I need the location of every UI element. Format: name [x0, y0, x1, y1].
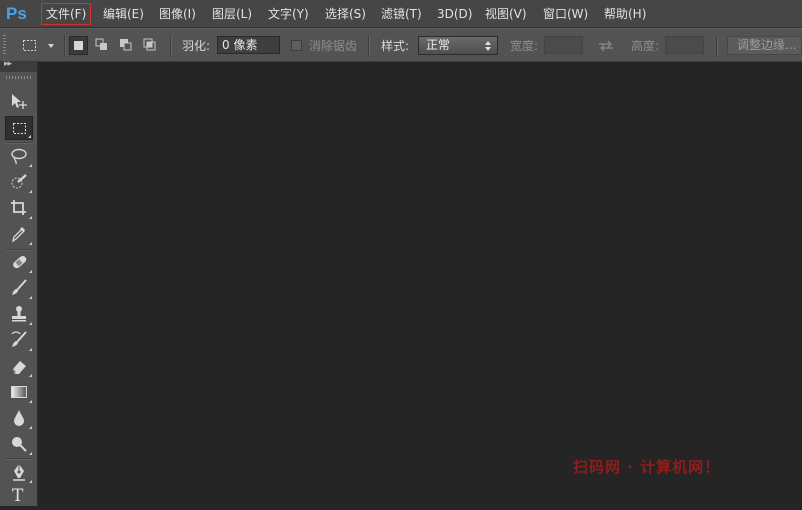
- chevron-down-icon: [48, 44, 54, 48]
- pen-nib-icon: [13, 464, 25, 481]
- brush-tool[interactable]: [5, 276, 33, 300]
- quick-selection-icon: [11, 174, 27, 189]
- watermark-text: 扫码网 · 计算机网！: [573, 458, 721, 476]
- options-bar: 羽化: 0 像素 消除锯齿 样式: 正常 宽度: 高度: 调整边缘...: [0, 28, 802, 62]
- separator: [5, 142, 33, 143]
- flyout-indicator: [29, 270, 32, 273]
- tools-panel: ▸▸ T: [0, 59, 38, 506]
- height-input[interactable]: [665, 36, 704, 54]
- eraser-tool[interactable]: [5, 354, 33, 378]
- crop-icon: [11, 200, 26, 215]
- blur-drop-icon: [14, 410, 24, 426]
- menu-view[interactable]: 视图(V): [481, 3, 531, 25]
- brush-icon: [12, 279, 27, 295]
- move-icon: [12, 94, 27, 109]
- dodge-tool[interactable]: [5, 432, 33, 456]
- spot-healing-brush-tool[interactable]: [5, 250, 33, 274]
- flyout-indicator: [29, 296, 32, 299]
- document-workspace[interactable]: [38, 62, 802, 506]
- history-brush-icon: [11, 331, 27, 347]
- subtract-selection-icon: [120, 39, 132, 51]
- marquee-preset-icon: [23, 40, 36, 51]
- new-selection-icon: [74, 41, 83, 50]
- select-arrows-icon: [485, 41, 491, 51]
- flyout-indicator: [29, 480, 32, 483]
- flyout-indicator: [29, 216, 32, 219]
- antialias-label: 消除锯齿: [309, 39, 358, 53]
- style-label: 样式:: [381, 39, 410, 53]
- flyout-indicator: [29, 190, 32, 193]
- menu-help[interactable]: 帮助(H): [600, 3, 650, 25]
- healing-bandage-icon: [13, 255, 27, 269]
- menu-image[interactable]: 图像(I): [155, 3, 200, 25]
- add-to-selection-button[interactable]: [93, 36, 112, 55]
- width-label: 宽度:: [510, 39, 539, 53]
- menu-bar: Ps 文件(F) 编辑(E) 图像(I) 图层(L) 文字(Y) 选择(S) 滤…: [0, 0, 802, 28]
- lasso-tool[interactable]: [5, 144, 33, 168]
- antialias-checkbox[interactable]: [291, 40, 302, 51]
- menu-layer[interactable]: 图层(L): [208, 3, 256, 25]
- swap-width-height-icon[interactable]: [598, 40, 614, 52]
- menu-filter[interactable]: 滤镜(T): [377, 3, 426, 25]
- tools-panel-grip[interactable]: [6, 76, 32, 79]
- gradient-tool[interactable]: [5, 380, 33, 404]
- menu-edit[interactable]: 编辑(E): [99, 3, 148, 25]
- flyout-indicator: [29, 452, 32, 455]
- options-bar-grip[interactable]: [3, 35, 6, 55]
- type-tool-icon: T: [12, 486, 24, 506]
- quick-selection-tool[interactable]: [5, 170, 33, 194]
- separator: [716, 35, 717, 57]
- height-label: 高度:: [631, 39, 660, 53]
- tools-panel-header: ▸▸: [0, 59, 37, 72]
- separator: [368, 35, 369, 57]
- clone-stamp-icon: [12, 306, 26, 322]
- style-select[interactable]: 正常: [418, 36, 498, 55]
- menu-select[interactable]: 选择(S): [321, 3, 370, 25]
- blur-tool[interactable]: [5, 406, 33, 430]
- width-input[interactable]: [544, 36, 583, 54]
- separator: [170, 35, 171, 57]
- dodge-icon: [12, 437, 27, 452]
- intersect-selection-icon: [143, 38, 156, 51]
- crop-tool[interactable]: [5, 196, 33, 220]
- refine-edge-button[interactable]: 调整边缘...: [727, 36, 802, 55]
- flyout-indicator: [29, 164, 32, 167]
- eyedropper-tool[interactable]: [5, 222, 33, 246]
- flyout-indicator: [29, 374, 32, 377]
- menu-window[interactable]: 窗口(W): [539, 3, 592, 25]
- flyout-indicator: [29, 400, 32, 403]
- style-select-value: 正常: [426, 38, 451, 52]
- menu-3d[interactable]: 3D(D): [433, 3, 476, 25]
- clone-stamp-tool[interactable]: [5, 302, 33, 326]
- feather-label: 羽化:: [182, 39, 211, 53]
- flyout-indicator: [29, 426, 32, 429]
- rectangular-marquee-icon: [13, 123, 26, 134]
- flyout-indicator: [29, 242, 32, 245]
- photoshop-logo: Ps: [6, 4, 27, 23]
- tool-preset-picker[interactable]: [22, 37, 56, 55]
- pen-tool[interactable]: [5, 460, 33, 484]
- new-selection-button[interactable]: [69, 36, 88, 55]
- collapse-panel-icon[interactable]: ▸▸: [4, 59, 12, 69]
- eyedropper-icon: [11, 227, 25, 243]
- menu-file[interactable]: 文件(F): [41, 3, 92, 25]
- flyout-indicator: [29, 322, 32, 325]
- menu-type[interactable]: 文字(Y): [264, 3, 313, 25]
- subtract-from-selection-button[interactable]: [117, 36, 136, 55]
- separator: [5, 458, 33, 459]
- history-brush-tool[interactable]: [5, 328, 33, 352]
- separator: [64, 35, 65, 57]
- flyout-indicator: [28, 135, 31, 138]
- feather-input[interactable]: 0 像素: [217, 36, 280, 54]
- lasso-icon: [11, 148, 27, 165]
- type-tool[interactable]: T: [5, 486, 33, 510]
- move-tool[interactable]: [5, 89, 33, 113]
- rectangular-marquee-tool[interactable]: [5, 116, 33, 140]
- flyout-indicator: [29, 348, 32, 351]
- intersect-selection-button[interactable]: [141, 36, 160, 55]
- add-to-selection-icon: [95, 38, 107, 50]
- gradient-icon: [11, 386, 27, 398]
- eraser-icon: [12, 361, 26, 374]
